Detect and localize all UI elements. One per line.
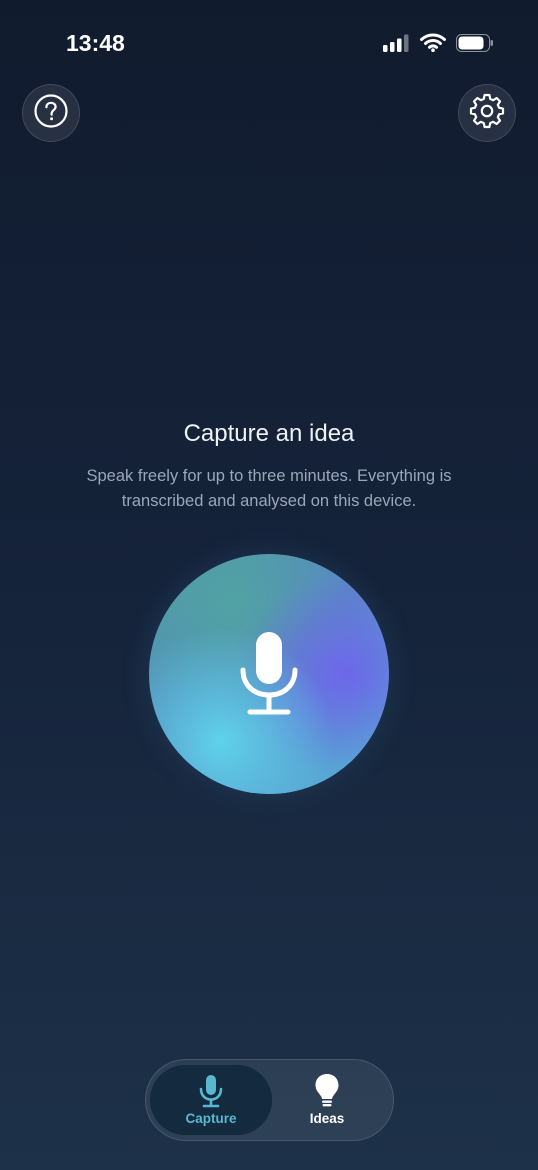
page-description: Speak freely for up to three minutes. Ev…	[86, 467, 452, 510]
tab-capture[interactable]: Capture	[150, 1065, 272, 1135]
question-mark-circle-icon	[33, 93, 69, 134]
status-bar: 13:48	[0, 0, 538, 88]
microphone-icon	[237, 630, 301, 723]
tab-ideas[interactable]: Ideas	[266, 1065, 388, 1135]
tab-ideas-label: Ideas	[309, 1111, 345, 1126]
record-button[interactable]	[149, 554, 389, 794]
wifi-icon	[420, 33, 446, 57]
tab-bar: Capture Ideas	[145, 1059, 394, 1141]
tab-capture-label: Capture	[185, 1111, 237, 1126]
battery-icon	[456, 33, 494, 57]
settings-button[interactable]	[458, 84, 516, 142]
status-icons	[383, 33, 494, 57]
gear-icon	[469, 93, 505, 134]
status-time: 13:48	[66, 30, 125, 56]
lightbulb-icon	[314, 1074, 340, 1108]
help-button[interactable]	[22, 84, 80, 142]
microphone-icon	[198, 1074, 224, 1108]
page-title: Capture an idea	[183, 420, 355, 447]
cellular-signal-icon	[383, 34, 410, 57]
